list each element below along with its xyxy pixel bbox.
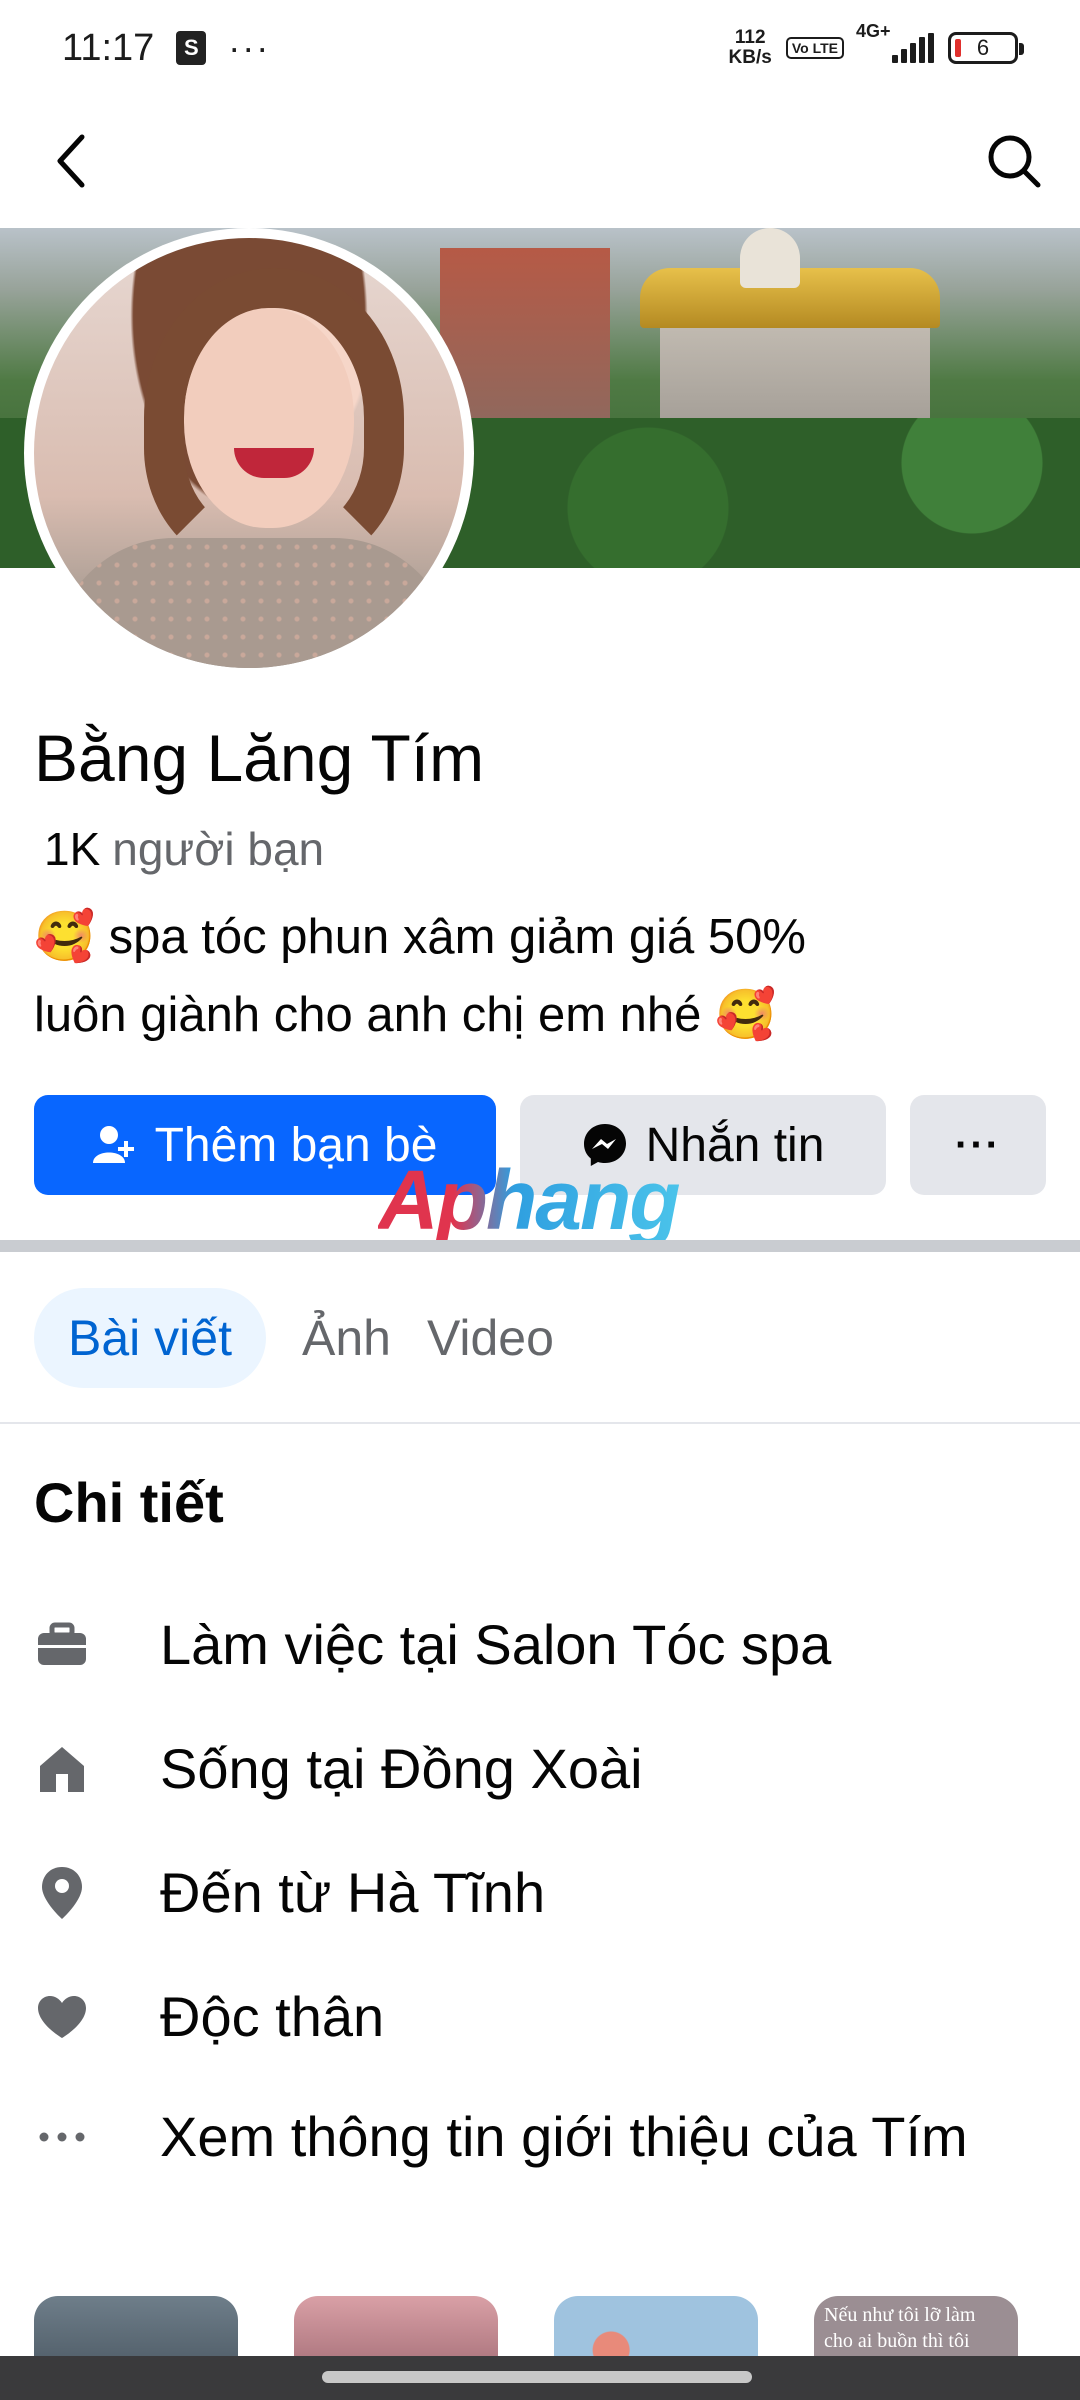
- profile-avatar[interactable]: [24, 228, 474, 678]
- profile-bio: 🥰 spa tóc phun xâm giảm giá 50% luôn già…: [34, 898, 1034, 1054]
- location-pin-icon: [34, 1865, 90, 1921]
- battery-icon: 6: [948, 32, 1024, 64]
- status-left: 11:17 S ···: [62, 27, 270, 70]
- home-gesture-handle[interactable]: [322, 2371, 752, 2383]
- shopping-bag-icon: S: [176, 31, 207, 65]
- featured-photo-4[interactable]: Nếu như tôi lỡ làm cho ai buồn thì tôi: [814, 2296, 1018, 2356]
- app-bar: [0, 96, 1080, 226]
- see-about-info-text: Xem thông tin giới thiệu của Tím: [160, 2105, 968, 2168]
- network-speed-unit: KB/s: [728, 47, 772, 68]
- profile-name: Bằng Lăng Tím: [34, 721, 485, 795]
- home-icon: [34, 1741, 90, 1797]
- avatar-photo: [34, 238, 464, 668]
- featured-photos: Nếu như tôi lỡ làm cho ai buồn thì tôi: [34, 2296, 1080, 2356]
- friends-count-value: 1K: [44, 823, 101, 875]
- status-time: 11:17: [62, 26, 155, 69]
- detail-lives-in[interactable]: Sống tại Đồng Xoài: [34, 1736, 643, 1801]
- network-type: 4G+: [856, 21, 891, 41]
- network-speed: 112 KB/s: [729, 28, 772, 68]
- volte-icon: Vo LTE: [785, 37, 844, 59]
- more-dots-icon: ···: [955, 1122, 1001, 1167]
- featured-photo-1[interactable]: [34, 2296, 238, 2356]
- network-speed-value: 112: [734, 27, 766, 48]
- tab-photos[interactable]: Ảnh: [302, 1288, 391, 1388]
- profile-actions: Thêm bạn bè Nhắn tin ···: [34, 1095, 1046, 1195]
- back-button[interactable]: [40, 129, 104, 193]
- add-friend-label: Thêm bạn bè: [154, 1118, 438, 1172]
- friends-label: người bạn: [112, 823, 325, 875]
- detail-from-text: Đến từ Hà Tĩnh: [160, 1861, 546, 1924]
- detail-relationship-text: Độc thân: [160, 1985, 385, 2048]
- tab-posts[interactable]: Bài viết: [34, 1288, 266, 1388]
- detail-lives-in-text: Sống tại Đồng Xoài: [160, 1737, 643, 1800]
- featured-photo-2[interactable]: [294, 2296, 498, 2356]
- profile-tabs: Bài viết Ảnh Video: [34, 1288, 554, 1388]
- status-more-dots: ···: [228, 27, 271, 68]
- detail-work-text: Làm việc tại Salon Tóc spa: [160, 1613, 832, 1676]
- tab-videos[interactable]: Video: [427, 1288, 554, 1388]
- chevron-left-icon: [57, 134, 85, 188]
- message-label: Nhắn tin: [645, 1118, 825, 1172]
- more-options-button[interactable]: ···: [910, 1095, 1046, 1195]
- status-right: 112 KB/s Vo LTE 4G+ 6: [729, 21, 1024, 68]
- section-divider: [0, 1240, 1080, 1252]
- messenger-icon: [583, 1124, 626, 1166]
- search-icon: [988, 135, 1041, 188]
- bio-line-2: luôn giành cho anh chị em nhé 🥰: [34, 988, 777, 1042]
- battery-level: 6: [976, 35, 990, 60]
- detail-relationship[interactable]: Độc thân: [34, 1984, 384, 2049]
- add-friend-icon: [92, 1126, 134, 1163]
- friends-count[interactable]: 1K người bạn: [44, 822, 324, 876]
- message-button[interactable]: Nhắn tin: [520, 1095, 886, 1195]
- see-about-info[interactable]: Xem thông tin giới thiệu của Tím: [34, 2104, 968, 2169]
- tabs-divider: [0, 1422, 1080, 1424]
- bio-line-1: 🥰 spa tóc phun xâm giảm giá 50%: [34, 910, 806, 964]
- add-friend-button[interactable]: Thêm bạn bè: [34, 1095, 496, 1195]
- heart-icon: [34, 1989, 90, 2045]
- featured-photo-4-caption: Nếu như tôi lỡ làm cho ai buồn thì tôi: [824, 2304, 976, 2352]
- detail-from[interactable]: Đến từ Hà Tĩnh: [34, 1860, 545, 1925]
- status-bar: 11:17 S ··· 112 KB/s Vo LTE 4G+ 6: [0, 0, 1080, 96]
- signal-icon: 4G+: [856, 21, 934, 63]
- detail-work[interactable]: Làm việc tại Salon Tóc spa: [34, 1612, 831, 1677]
- featured-photo-3[interactable]: [554, 2296, 758, 2356]
- more-dots-icon: [34, 2109, 90, 2165]
- details-title: Chi tiết: [34, 1471, 224, 1534]
- search-button[interactable]: [982, 129, 1046, 193]
- briefcase-icon: [34, 1617, 90, 1673]
